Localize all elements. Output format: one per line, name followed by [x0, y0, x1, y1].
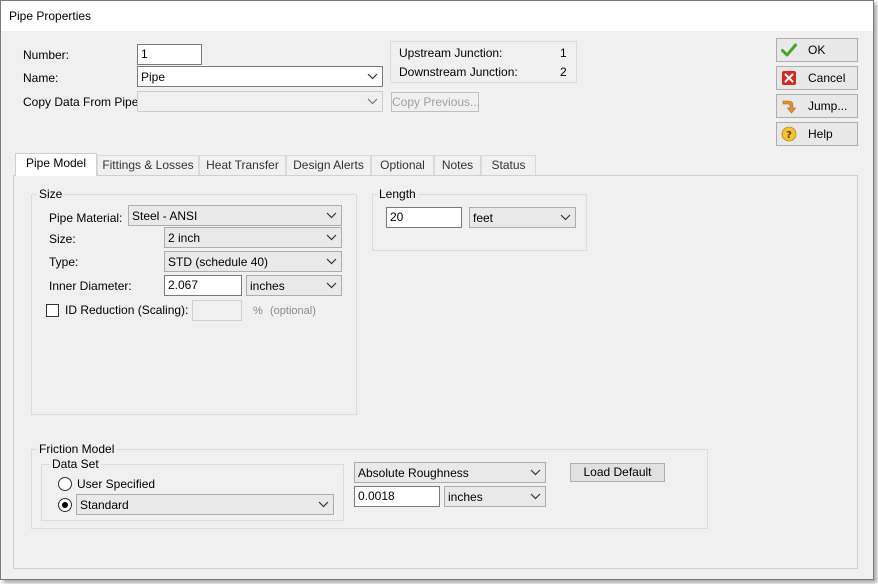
chevron-down-icon [318, 501, 329, 508]
number-input[interactable]: 1 [137, 44, 202, 65]
copy-data-label: Copy Data From Pipe... [23, 95, 149, 109]
svg-text:?: ? [786, 130, 792, 141]
friction-model-title: Friction Model [37, 442, 117, 456]
name-combobox[interactable]: Pipe [137, 66, 383, 87]
pipe-material-label: Pipe Material: [49, 211, 123, 225]
standard-radio[interactable] [58, 498, 72, 512]
chevron-down-icon [367, 73, 378, 80]
roughness-unit-value: inches [448, 490, 483, 504]
roughness-unit-select[interactable]: inches [444, 486, 546, 507]
cancel-button[interactable]: Cancel [776, 66, 858, 90]
pipe-material-select[interactable]: Steel - ANSI [128, 205, 342, 226]
help-button[interactable]: ? Help [776, 122, 858, 146]
close-icon [782, 71, 796, 85]
type-value: STD (schedule 40) [168, 255, 269, 269]
inner-diameter-input[interactable]: 2.067 [164, 275, 242, 296]
length-unit-select[interactable]: feet [469, 207, 576, 228]
roughness-value: 0.0018 [358, 489, 395, 503]
inner-diameter-unit-select[interactable]: inches [246, 275, 342, 296]
jump-label: Jump... [808, 99, 848, 113]
help-icon: ? [781, 126, 797, 142]
ok-button[interactable]: OK [776, 38, 858, 62]
size-value: 2 inch [168, 231, 201, 245]
length-group-title: Length [377, 187, 418, 201]
roughness-type-select[interactable]: Absolute Roughness [354, 462, 546, 483]
number-label: Number: [23, 48, 70, 62]
length-unit-value: feet [473, 211, 494, 225]
jump-button[interactable]: Jump... [776, 94, 858, 118]
tab-design-alerts[interactable]: Design Alerts [286, 155, 371, 175]
chevron-down-icon [367, 98, 378, 105]
roughness-type-value: Absolute Roughness [358, 466, 469, 480]
pipe-material-value: Steel - ANSI [132, 209, 198, 223]
pipe-properties-dialog: Pipe Properties Number: 1 Name: Pipe Cop… [0, 0, 874, 580]
user-specified-label: User Specified [77, 477, 156, 491]
type-label: Type: [49, 255, 79, 269]
roughness-value-input[interactable]: 0.0018 [354, 486, 440, 507]
id-reduction-checkbox[interactable] [46, 304, 59, 317]
chevron-down-icon [560, 214, 571, 221]
name-label: Name: [23, 71, 59, 85]
window-title: Pipe Properties [9, 9, 92, 23]
user-specified-radio[interactable] [58, 477, 72, 491]
tab-optional[interactable]: Optional [371, 155, 434, 175]
chevron-down-icon [530, 469, 541, 476]
chevron-down-icon [326, 258, 337, 265]
name-value: Pipe [141, 70, 166, 84]
size-label: Size: [49, 232, 76, 246]
id-reduction-input[interactable] [192, 300, 242, 321]
inner-diameter-value: 2.067 [168, 278, 199, 292]
junction-info: Upstream Junction: 1 Downstream Junction… [390, 41, 577, 83]
upstream-junction-label: Upstream Junction: [399, 46, 503, 60]
size-group-title: Size [37, 187, 65, 201]
optional-hint: (optional) [270, 305, 316, 317]
inner-diameter-label: Inner Diameter: [49, 279, 132, 293]
check-icon [781, 43, 797, 57]
number-value: 1 [141, 47, 148, 61]
chevron-down-icon [530, 493, 541, 500]
data-set-title: Data Set [50, 457, 101, 471]
copy-data-select[interactable] [137, 91, 383, 112]
tab-fittings-losses[interactable]: Fittings & Losses [97, 155, 199, 175]
upstream-junction-value: 1 [560, 46, 567, 60]
chevron-down-icon [326, 282, 337, 289]
tab-notes[interactable]: Notes [434, 155, 481, 175]
inner-diameter-unit-value: inches [250, 279, 285, 293]
jump-arrow-icon [782, 100, 797, 114]
tab-status[interactable]: Status [481, 155, 536, 175]
radio-selected-dot [62, 502, 68, 508]
help-label: Help [808, 127, 833, 141]
title-bar: Pipe Properties [1, 1, 873, 31]
type-select[interactable]: STD (schedule 40) [164, 251, 342, 272]
size-select[interactable]: 2 inch [164, 227, 342, 248]
chevron-down-icon [326, 234, 337, 241]
standard-value: Standard [80, 498, 129, 512]
chevron-down-icon [326, 212, 337, 219]
downstream-junction-label: Downstream Junction: [399, 65, 518, 79]
load-default-button[interactable]: Load Default [570, 463, 665, 482]
ok-label: OK [808, 43, 826, 57]
tab-heat-transfer[interactable]: Heat Transfer [199, 155, 286, 175]
id-reduction-label: ID Reduction (Scaling): [65, 303, 189, 317]
pipe-model-panel: Size Pipe Material: Steel - ANSI Size: 2… [13, 175, 858, 569]
length-input[interactable]: 20 [386, 207, 462, 228]
tab-pipe-model[interactable]: Pipe Model [15, 153, 97, 176]
downstream-junction-value: 2 [560, 65, 567, 79]
length-value: 20 [390, 210, 404, 224]
percent-symbol: % [253, 305, 263, 317]
copy-previous-button[interactable]: Copy Previous... [391, 92, 480, 112]
standard-data-set-select[interactable]: Standard [76, 494, 334, 515]
cancel-label: Cancel [808, 71, 846, 85]
